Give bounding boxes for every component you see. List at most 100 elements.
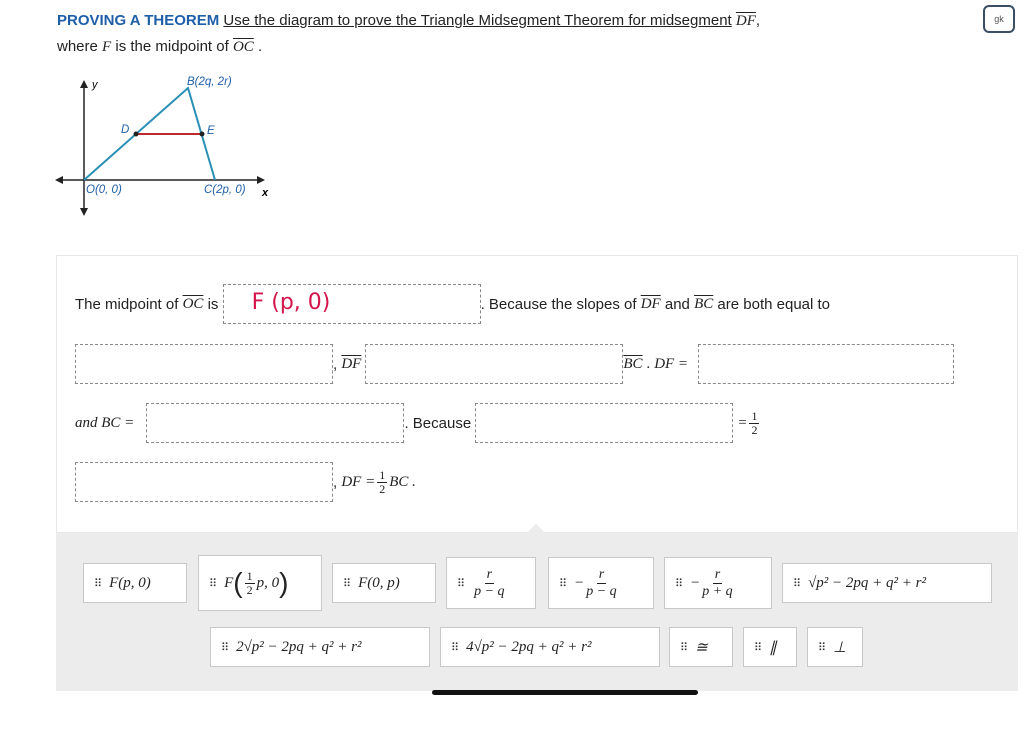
label-b: B(2q, 2r) (187, 76, 232, 88)
denominator: 2 (751, 422, 758, 437)
tile-f-0-p[interactable]: ⠿ F(0, p) (332, 563, 436, 603)
segment-oc: OC (182, 295, 204, 312)
fraction-one-half: 12 (244, 568, 255, 597)
instruction-text-3: is the midpoint of (115, 38, 229, 55)
fraction-slope: rp + q (702, 567, 732, 600)
answer-box-conclusion[interactable] (75, 462, 333, 502)
tile-label: p, 0 (256, 574, 280, 591)
tile-4-sqrt-distance[interactable]: ⠿ 4√p² − 2pq + q² + r² (440, 627, 660, 667)
denominator: 2 (246, 582, 253, 597)
proof-text: and BC = (75, 414, 135, 431)
tile-2-sqrt-distance[interactable]: ⠿ 2√p² − 2pq + q² + r² (210, 627, 430, 667)
numerator: 1 (244, 568, 255, 584)
drag-handle-icon: ⠿ (559, 576, 567, 590)
tile-slope-r-p-minus-q[interactable]: ⠿ rp − q (446, 557, 536, 609)
instruction-text-2: where (57, 38, 98, 55)
tile-congruent[interactable]: ⠿ ≅ (669, 627, 733, 667)
minus-sign: − (574, 574, 585, 591)
numerator: r (484, 566, 495, 584)
answer-box-relation[interactable] (365, 344, 624, 384)
tile-parallel[interactable]: ⠿ ∥ (743, 627, 797, 667)
drag-handle-icon: ⠿ (754, 640, 762, 654)
drag-handle-icon: ⠿ (209, 576, 217, 590)
point-d-dot (133, 131, 139, 137)
drag-handle-icon: ⠿ (680, 640, 688, 654)
tile-f-half-p-0[interactable]: ⠿ F(1 2 p, 0) (198, 555, 322, 611)
tile-slope-neg-r-p-plus-q[interactable]: ⠿ − rp + q (664, 557, 772, 609)
tile-label: √p² − 2pq + q² + r² (808, 574, 926, 591)
segment-df: DF (640, 295, 661, 312)
tile-label: F(p, 0) (109, 574, 151, 591)
tile-label: 2√p² − 2pq + q² + r² (236, 638, 362, 655)
answer-box-midpoint[interactable]: F (p, 0) (222, 284, 481, 324)
y-arrow-down-icon (80, 208, 88, 216)
var-f: F (102, 39, 112, 55)
fraction-one-half: 12 (377, 468, 388, 496)
drag-handle-icon: ⠿ (451, 640, 459, 654)
proof-row-4: , DF = 12 BC . (75, 462, 416, 502)
paren-right: ) (279, 567, 289, 598)
equals-sign: = (737, 414, 748, 431)
problem-title: PROVING A THEOREM (57, 12, 220, 29)
hint-button[interactable]: gk (983, 5, 1015, 33)
fraction-slope: rp − q (586, 567, 616, 600)
segment-df: DF (735, 13, 756, 29)
drag-handle-icon: ⠿ (221, 640, 229, 654)
proof-text: DF = (341, 473, 376, 490)
denominator: p − q (474, 583, 505, 599)
label-d: D (121, 124, 129, 136)
tile-sqrt-distance[interactable]: ⠿ √p² − 2pq + q² + r² (782, 563, 992, 603)
proof-text: . Because the slopes of (480, 295, 637, 313)
tile-label: ≅ (695, 639, 708, 656)
handwritten-answer: F (p, 0) (251, 290, 331, 315)
label-y: y (91, 79, 99, 91)
numerator: r (712, 566, 723, 584)
paren-left: ( (233, 567, 243, 598)
tile-label: ∥ (769, 639, 777, 656)
tile-perpendicular[interactable]: ⠿ ⊥ (807, 627, 863, 667)
answer-box-bc-length[interactable] (146, 403, 405, 443)
numerator: 1 (749, 408, 760, 424)
proof-text: BC . (389, 473, 416, 490)
label-o: O(0, 0) (86, 184, 122, 196)
tile-label: 4√p² − 2pq + q² + r² (466, 638, 592, 655)
tile-label: ⊥ (833, 639, 847, 656)
tile-slope-neg-r-p-minus-q[interactable]: ⠿ − rp − q (548, 557, 654, 609)
fraction-slope: rp − q (474, 567, 504, 600)
fraction-one-half: 12 (749, 408, 760, 437)
minus-sign: − (690, 574, 701, 591)
answer-box-slope[interactable] (75, 344, 333, 384)
proof-text: . Because (404, 414, 472, 432)
point-e-dot (199, 131, 205, 137)
x-arrow-left-icon (55, 176, 63, 184)
instruction-text: Use the diagram to prove the Triangle Mi… (223, 12, 732, 29)
punct: , (755, 12, 761, 29)
denominator: 2 (379, 481, 386, 496)
numerator: r (596, 566, 607, 584)
segment-bc: BC (694, 295, 714, 312)
triangle-diagram: y x B(2q, 2r) D E O(0, 0) C(2p, 0) (55, 76, 269, 216)
drag-handle-icon: ⠿ (457, 576, 465, 590)
answer-box-df-length[interactable] (698, 344, 955, 384)
segment-df: DF (341, 355, 362, 372)
segment-oc: OC (232, 39, 254, 55)
home-indicator[interactable] (432, 690, 698, 695)
answer-box-ratio[interactable] (475, 403, 734, 443)
proof-text: and (664, 295, 690, 313)
tile-label: F(0, p) (358, 574, 400, 591)
proof-row-2: , DF BC . DF = (75, 344, 955, 384)
proof-row-1: The midpoint of OC is F (p, 0) . Because… (75, 284, 830, 324)
hint-label: gk (994, 14, 1004, 24)
label-e: E (207, 125, 215, 137)
denominator: p − q (586, 583, 617, 599)
drag-handle-icon: ⠿ (818, 640, 826, 654)
tile-label: F (224, 574, 234, 591)
label-x: x (261, 187, 269, 199)
denominator: p + q (702, 583, 733, 599)
tile-f-p-0[interactable]: ⠿ F(p, 0) (83, 563, 187, 603)
proof-text: The midpoint of (75, 295, 179, 313)
y-arrow-icon (80, 80, 88, 88)
proof-text: is (207, 295, 219, 313)
drag-handle-icon: ⠿ (793, 576, 801, 590)
punct: , (333, 355, 338, 373)
